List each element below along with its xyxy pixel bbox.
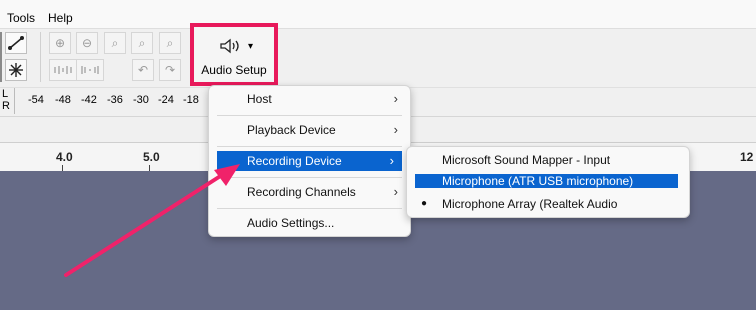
ruler-label: 5.0 bbox=[143, 150, 160, 164]
menu-separator bbox=[217, 146, 402, 147]
menu-item-label: Recording Device bbox=[247, 154, 342, 168]
toolbar: ⊕ ⊖ ⌕ ⌕ ⌕ ↶ ↷ bbox=[0, 29, 756, 87]
device-item-label: Microphone (ATR USB microphone) bbox=[442, 174, 634, 188]
menu-separator bbox=[217, 115, 402, 116]
menu-separator bbox=[217, 177, 402, 178]
zoom-toggle-icon[interactable]: ⌕ bbox=[159, 32, 181, 54]
fit-selection-icon[interactable]: ⌕ bbox=[104, 32, 126, 54]
device-item-label: Microsoft Sound Mapper - Input bbox=[442, 153, 611, 167]
menu-item-label: Playback Device bbox=[247, 123, 336, 137]
trim-audio-icon[interactable] bbox=[49, 59, 77, 81]
silence-audio-icon[interactable] bbox=[76, 59, 104, 81]
zoom-in-icon[interactable]: ⊕ bbox=[49, 32, 71, 54]
menu-item-host[interactable]: Host › bbox=[213, 89, 406, 109]
menu-bar: Tools Help bbox=[0, 0, 756, 29]
chevron-right-icon: › bbox=[393, 122, 398, 137]
menu-item-label: Host bbox=[247, 92, 272, 106]
menu-tools[interactable]: Tools bbox=[7, 11, 35, 25]
device-item-label: Microphone Array (Realtek Audio bbox=[442, 197, 618, 211]
meter-tick: -36 bbox=[107, 94, 123, 106]
fit-project-icon[interactable]: ⌕ bbox=[131, 32, 153, 54]
meter-tick: -24 bbox=[158, 94, 174, 106]
audio-setup-label: Audio Setup bbox=[201, 63, 267, 77]
chevron-down-icon: ▾ bbox=[247, 40, 254, 52]
toolbar-divider bbox=[40, 32, 41, 82]
redo-icon[interactable]: ↷ bbox=[159, 59, 181, 81]
chevron-right-icon: › bbox=[393, 91, 398, 106]
multi-tool-icon[interactable] bbox=[5, 59, 27, 81]
device-item-realtek-array[interactable]: ● Microphone Array (Realtek Audio bbox=[411, 194, 685, 214]
audio-setup-button[interactable]: ▾ Audio Setup bbox=[190, 23, 278, 86]
chevron-right-icon: › bbox=[393, 184, 398, 199]
meter-divider bbox=[14, 88, 15, 114]
ruler-label: 12 bbox=[740, 150, 754, 164]
menu-item-label: Recording Channels bbox=[247, 185, 356, 199]
audio-setup-menu: Host › Playback Device › Recording Devic… bbox=[208, 85, 411, 237]
menu-item-playback-device[interactable]: Playback Device › bbox=[213, 120, 406, 140]
menu-help[interactable]: Help bbox=[48, 11, 73, 25]
menu-item-recording-channels[interactable]: Recording Channels › bbox=[213, 182, 406, 202]
menu-separator bbox=[217, 208, 402, 209]
meter-tick: -54 bbox=[28, 94, 44, 106]
menu-item-label: Audio Settings... bbox=[247, 216, 335, 230]
chevron-right-icon: › bbox=[389, 153, 394, 168]
selected-bullet-icon: ● bbox=[421, 198, 428, 209]
toolbar-grip bbox=[0, 32, 2, 82]
speaker-icon: ▾ bbox=[216, 37, 256, 55]
meter-tick: -42 bbox=[81, 94, 97, 106]
menu-item-audio-settings[interactable]: Audio Settings... bbox=[213, 213, 406, 233]
menu-item-recording-device[interactable]: Recording Device › bbox=[217, 151, 402, 171]
envelope-tool-icon[interactable] bbox=[5, 32, 27, 54]
undo-icon[interactable]: ↶ bbox=[132, 59, 154, 81]
meter-tick: -18 bbox=[183, 94, 199, 106]
recording-device-submenu: Microsoft Sound Mapper - Input Microphon… bbox=[406, 146, 690, 218]
zoom-out-icon[interactable]: ⊖ bbox=[76, 32, 98, 54]
meter-channel-left: L bbox=[2, 88, 9, 100]
meter-tick: -30 bbox=[133, 94, 149, 106]
ruler-label: 4.0 bbox=[56, 150, 73, 164]
device-item-sound-mapper[interactable]: Microsoft Sound Mapper - Input bbox=[411, 150, 685, 170]
device-item-atr-usb-microphone[interactable]: Microphone (ATR USB microphone) bbox=[415, 174, 678, 188]
meter-tick: -48 bbox=[55, 94, 71, 106]
meter-channel-right: R bbox=[2, 100, 10, 112]
